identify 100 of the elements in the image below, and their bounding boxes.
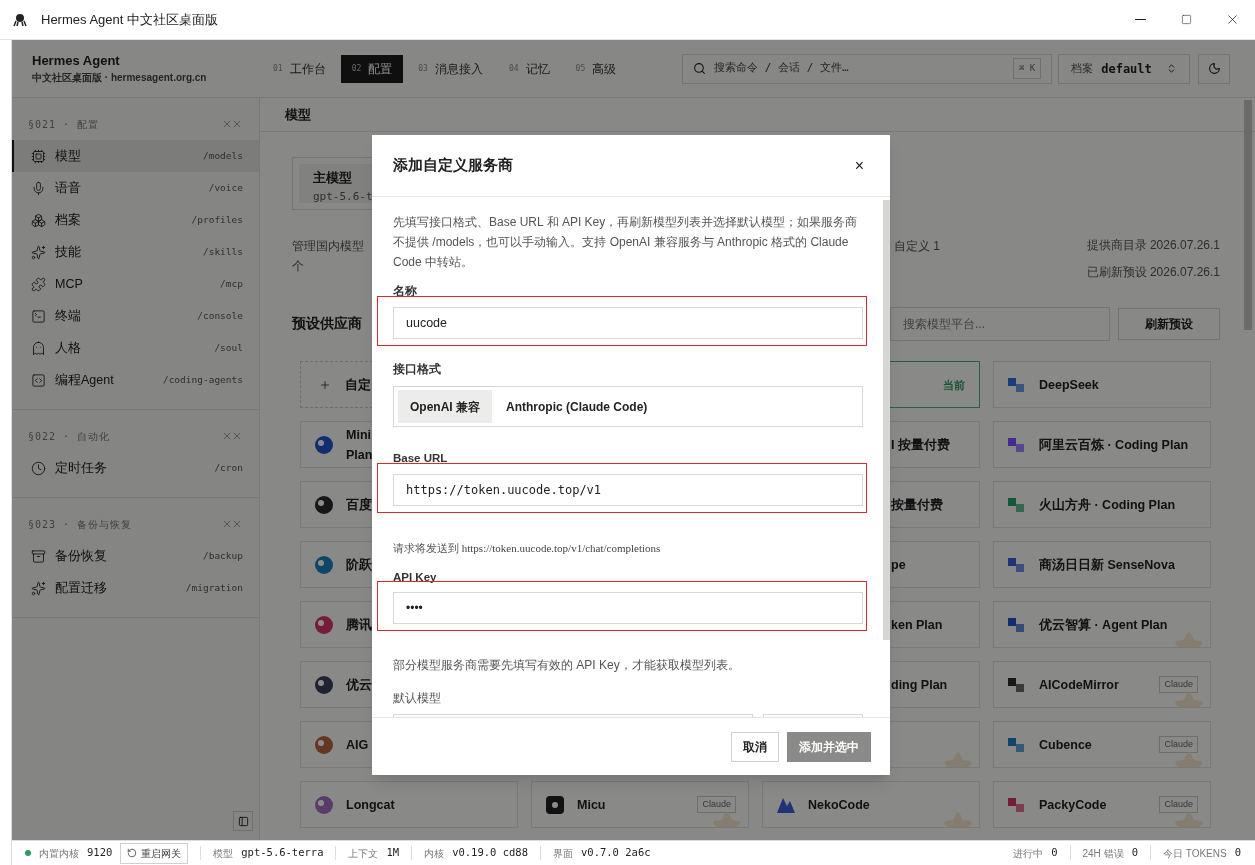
clock-icon (31, 460, 46, 476)
sidebar-item[interactable]: 配置迁移 /migration (12, 572, 259, 604)
provider-search-field[interactable]: 搜索模型平台... (890, 307, 1110, 341)
microphone-icon (31, 180, 46, 196)
tag: Claude (1159, 796, 1198, 813)
cancel-button[interactable]: 取消 (731, 731, 779, 762)
ghost-icon (31, 340, 46, 356)
field-label: API Key (393, 570, 438, 585)
boxes-icon (31, 212, 46, 228)
nav-tab[interactable]: 01 工作台 (262, 54, 337, 83)
status-label: 上下文 (348, 846, 379, 861)
double-x-icon[interactable] (223, 432, 241, 440)
status-value: 0 (1051, 845, 1058, 861)
provider-card[interactable]: AICodeMirror Claude (993, 661, 1211, 708)
terminal-icon (31, 308, 46, 324)
provider-card[interactable]: NekoCode (762, 781, 980, 828)
sidebar-item[interactable]: 档案 /profiles (12, 204, 259, 236)
description-text: 管理国内模型 (292, 238, 364, 255)
status-value: v0.19.0 cd88 (452, 845, 528, 861)
dialog-description: 先填写接口格式、Base URL 和 API Key，再刷新模型列表并选择默认模型；如果服务商不提供 /models，也可以手动输入。支持 OpenAI 兼容服务与 Anthropic 格式的 Claude Code 中转站。 (393, 214, 859, 271)
description-text: 自定义 1 (894, 238, 940, 255)
logo-icon (544, 793, 566, 816)
status-value: 9120 (87, 845, 113, 861)
api-key-field[interactable]: •••• (393, 592, 863, 624)
logo-icon (313, 793, 335, 816)
theme-button[interactable] (1198, 53, 1231, 84)
collapse-sidebar-button[interactable] (233, 811, 253, 831)
logo-icon (313, 553, 335, 576)
status-value: 0 (1234, 845, 1241, 861)
page-title: 模型 (285, 105, 311, 124)
panel-icon (237, 815, 249, 827)
archive-icon (31, 548, 46, 564)
sidebar-item[interactable]: 人格 /soul (12, 332, 259, 364)
provider-card[interactable]: 阿里云百炼 · Coding Plan (993, 421, 1211, 468)
nav-tab[interactable]: 02 配置 (340, 54, 404, 83)
field-label: 默认模型 (393, 691, 442, 706)
sidebar-item[interactable]: 编程Agent /coding-agents (12, 364, 259, 396)
api-key-note: 部分模型服务商需要先填写有效的 API Key，才能获取模型列表。 (393, 657, 741, 674)
search-icon (693, 62, 707, 75)
search-field[interactable]: 搜索命令 / 会话 / 文件… (714, 60, 1005, 77)
status-value: gpt-5.6-terra (241, 845, 324, 861)
chip-icon (31, 148, 46, 164)
description-text: 个 (292, 258, 304, 275)
code-icon (31, 372, 46, 388)
sparkles-icon (31, 244, 46, 260)
window-title: Hermes Agent 中文社区桌面版 (41, 10, 218, 29)
shortcut-key: ⌘ K (1012, 57, 1042, 80)
sidebar-item[interactable]: 技能 /skills (12, 236, 259, 268)
tag: Claude (697, 796, 736, 813)
tag: Claude (1159, 736, 1198, 753)
catalog-version: 提供商目录 2026.07.26.1 (1086, 237, 1220, 254)
maximize-icon (1180, 14, 1192, 25)
sidebar-item[interactable]: MCP /mcp (12, 268, 259, 300)
search-bar[interactable]: 搜索命令 / 会话 / 文件… ⌘ K (682, 53, 1053, 84)
sparkles-icon (31, 580, 46, 596)
section-title: 预设供应商 (292, 314, 362, 333)
card-label: 自定 (345, 375, 371, 394)
field-label: 名称 (393, 284, 418, 299)
sidebar-item[interactable]: 语音 /voice (12, 172, 259, 204)
puzzle-icon (31, 276, 46, 292)
brand-subtitle: 中文社区桌面版 · hermesagent.org.cn (32, 71, 208, 85)
section-heading: §022 · 自动化 (28, 429, 111, 444)
main-model-value: gpt-5.6-t (313, 189, 374, 205)
provider-card[interactable]: Longcat (300, 781, 518, 828)
refresh-button[interactable]: 刷新预设 (1118, 308, 1220, 340)
sidebar-item[interactable]: 模型 /models (12, 140, 259, 172)
provider-card[interactable]: Cubence Claude (993, 721, 1211, 768)
logo-icon (313, 673, 335, 696)
tag: Claude (1159, 676, 1198, 693)
moon-icon (1207, 62, 1221, 75)
brand-name: Hermes Agent (32, 52, 121, 69)
double-x-icon[interactable] (223, 120, 241, 128)
provider-card[interactable]: 优云智算 · Agent Plan (993, 601, 1211, 648)
sidebar-item[interactable]: 备份恢复 /backup (12, 540, 259, 572)
provider-card[interactable]: DeepSeek (993, 361, 1211, 408)
status-value: 1M (386, 845, 400, 861)
status-value: v0.7.0 2a6c (581, 845, 651, 861)
nav-tab[interactable]: 05 高级 (564, 54, 628, 83)
provider-card[interactable]: 火山方舟 · Coding Plan (993, 481, 1211, 528)
double-x-icon[interactable] (223, 520, 241, 528)
status-label: 内置内核 (39, 846, 79, 861)
format-option[interactable]: Anthropic (Claude Code) (494, 390, 660, 423)
restart-button[interactable]: 重启网关 (120, 842, 189, 864)
profile-select[interactable]: 档案 default (1058, 53, 1191, 84)
format-option[interactable]: OpenAI 兼容 (398, 390, 492, 423)
sidebar-item[interactable]: 终端 /console (12, 300, 259, 332)
provider-card[interactable]: PackyCode Claude (993, 781, 1211, 828)
provider-card[interactable]: 商汤日日新 SenseNova (993, 541, 1211, 588)
main-model-label: 主模型 (313, 170, 353, 186)
field-label: 接口格式 (393, 362, 442, 377)
provider-card[interactable]: Micu Claude (531, 781, 749, 828)
name-field[interactable]: uucode (393, 307, 863, 339)
current-tag: 当前 (943, 374, 965, 395)
plus-icon (319, 378, 331, 391)
logo-icon (313, 493, 335, 516)
status-label: 今日 TOKENS (1162, 846, 1227, 861)
close-button[interactable]: × (854, 157, 864, 174)
sidebar-item[interactable]: 定时任务 /cron (12, 452, 259, 484)
status-label: 进行中 (1013, 846, 1044, 861)
base-url-field[interactable]: https://token.uucode.top/v1 (393, 474, 863, 506)
